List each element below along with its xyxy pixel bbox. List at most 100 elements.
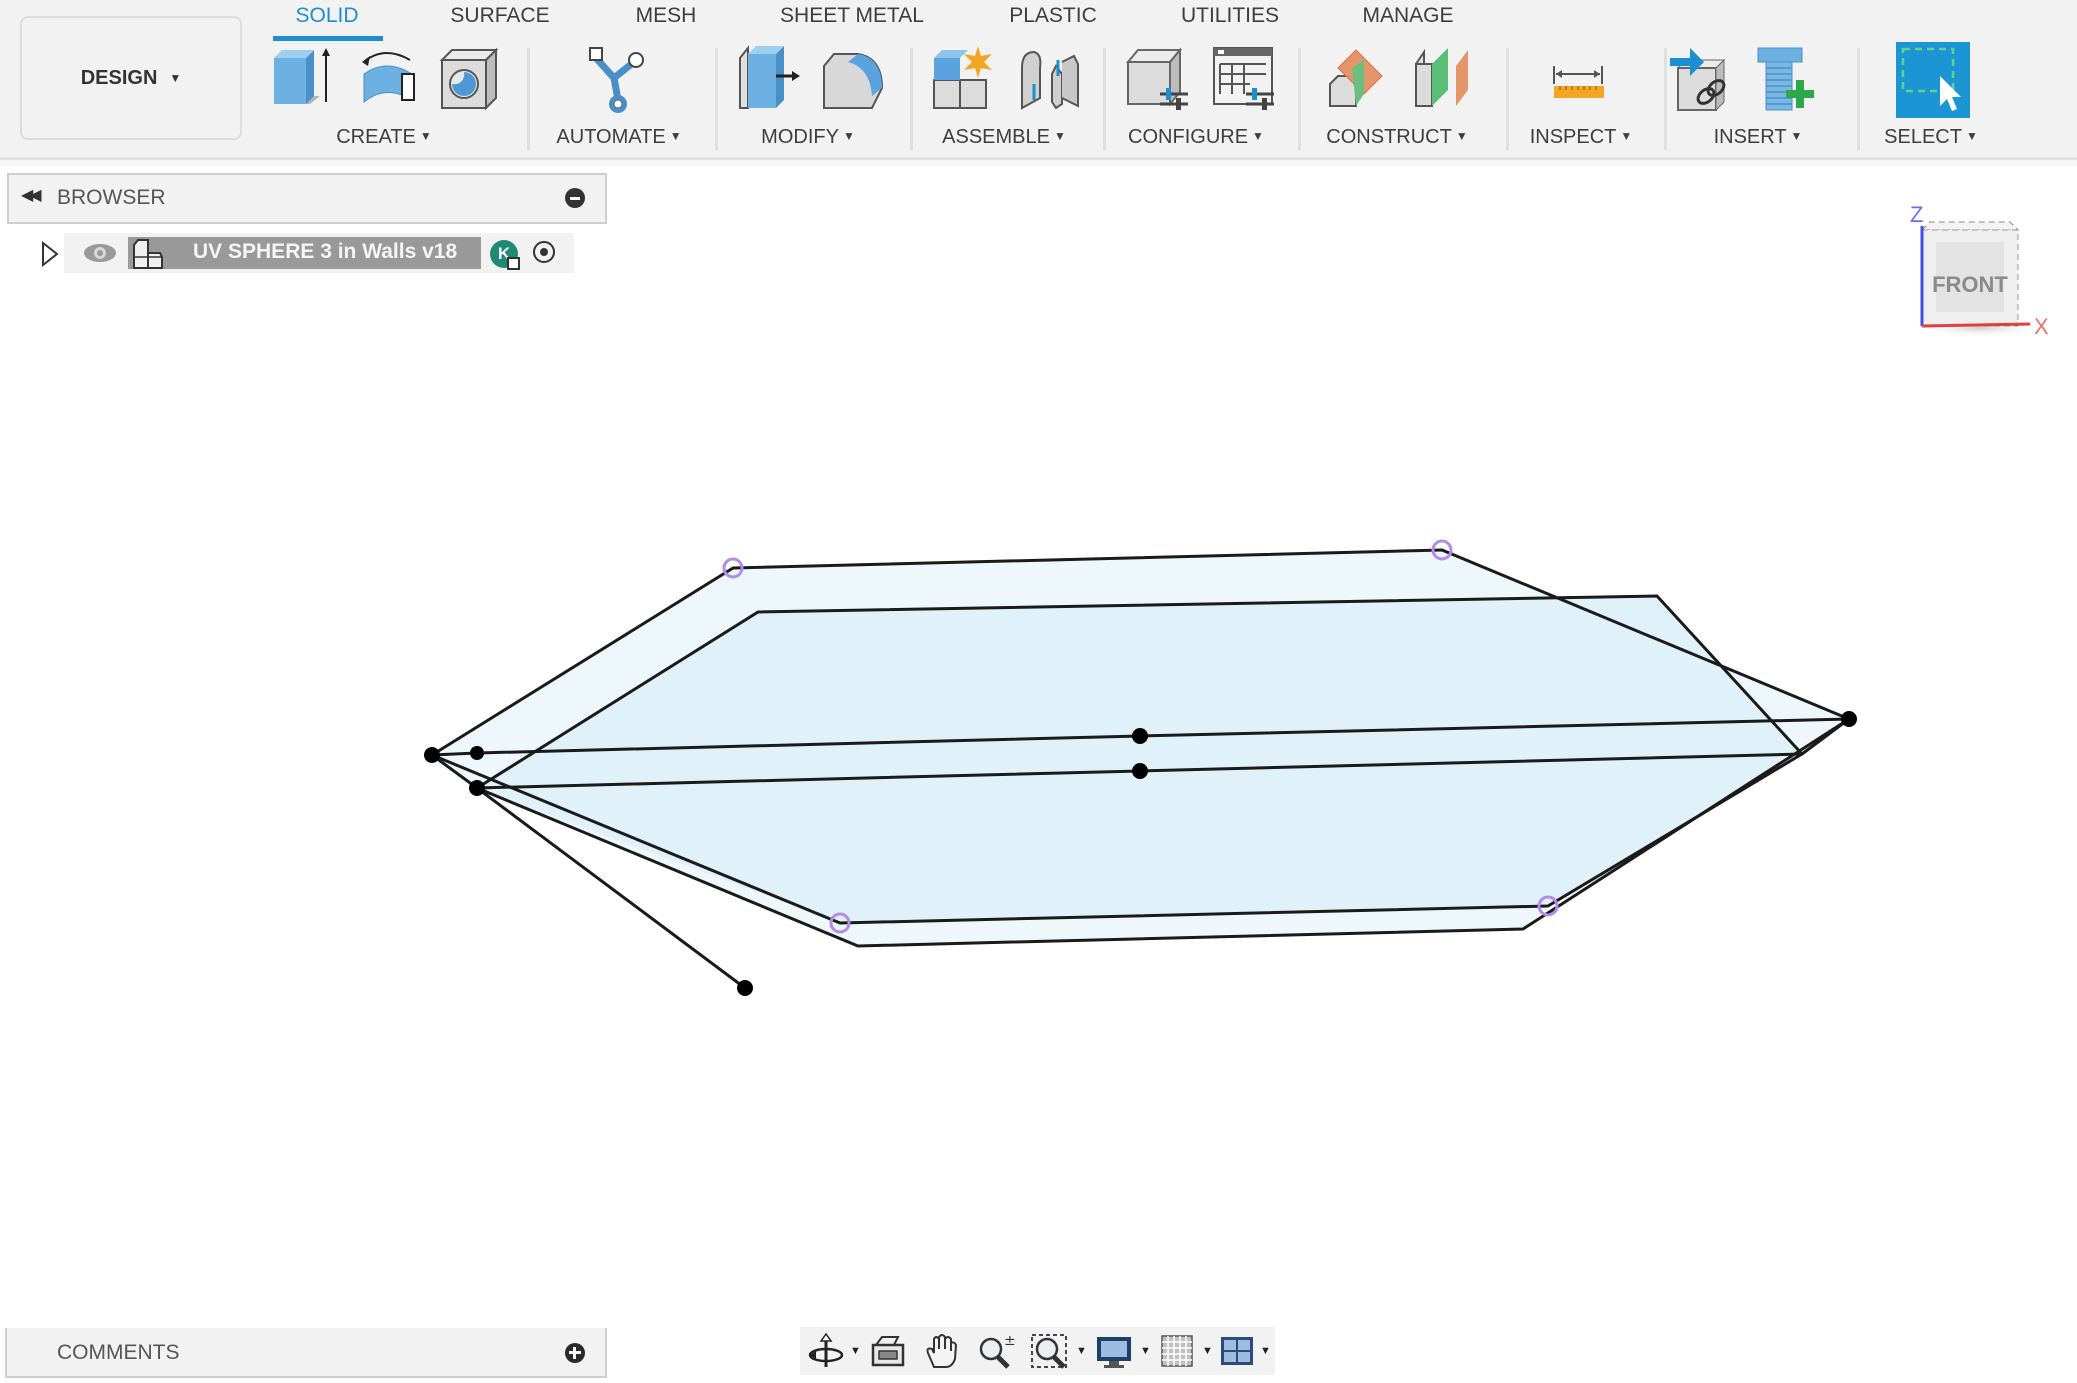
tab-mesh[interactable]: MESH [636, 4, 697, 28]
tab-surface[interactable]: SURFACE [450, 4, 549, 28]
configure-menu[interactable]: CONFIGURE ▼ [1128, 126, 1264, 149]
user-badge: K [490, 240, 520, 270]
assemble-label: ASSEMBLE [942, 126, 1050, 148]
grid-dropdown-icon[interactable]: ▼ [1202, 1345, 1213, 1357]
offset-plane-button[interactable] [1326, 44, 1394, 116]
modify-label: MODIFY [761, 126, 839, 148]
navigation-bar: ▼ ± ▼ ▼ ▼ ▼ [800, 1327, 1275, 1375]
group-separator [715, 48, 718, 150]
chevron-down-icon: ▼ [169, 71, 182, 85]
insert-label: INSERT [1713, 126, 1787, 148]
activate-radio[interactable] [533, 241, 555, 263]
assemble-menu[interactable]: ASSEMBLE ▼ [942, 126, 1066, 149]
tab-plastic[interactable]: PLASTIC [1009, 4, 1097, 28]
chevron-down-icon: ▼ [419, 129, 432, 143]
hole-icon [439, 47, 499, 111]
viewports-dropdown-icon[interactable]: ▼ [1260, 1345, 1271, 1357]
press-pull-icon [739, 45, 800, 109]
measure-button[interactable] [1548, 44, 1616, 116]
viewports-icon[interactable] [1218, 1333, 1258, 1369]
sketch-point[interactable] [470, 746, 484, 760]
construct-label: CONSTRUCT [1326, 126, 1452, 148]
pan-icon[interactable] [922, 1333, 962, 1369]
insert-mcmaster-icon [1757, 47, 1814, 111]
browser-title: BROWSER [57, 186, 166, 209]
automate-menu[interactable]: AUTOMATE ▼ [556, 126, 681, 149]
grid-settings-icon[interactable] [1158, 1333, 1198, 1369]
fillet-icon [823, 53, 884, 109]
inspect-menu[interactable]: INSPECT ▼ [1530, 126, 1633, 149]
tab-utilities[interactable]: UTILITIES [1181, 4, 1279, 28]
orbit-dropdown-icon[interactable]: ▼ [850, 1345, 861, 1357]
create-menu[interactable]: CREATE ▼ [336, 126, 432, 149]
group-separator [1298, 48, 1301, 150]
revolve-button[interactable] [352, 44, 420, 116]
midplane-button[interactable] [1412, 44, 1480, 116]
joint-button[interactable] [1016, 44, 1084, 116]
group-separator [910, 48, 913, 150]
look-at-icon[interactable] [868, 1333, 908, 1369]
measure-icon [1553, 66, 1604, 98]
configure-model-icon [1125, 47, 1188, 110]
insert-derive-icon [1670, 48, 1726, 112]
document-component-icon [133, 239, 163, 269]
collapse-panel-icon[interactable]: ◀◀ [21, 185, 42, 205]
fillet-button[interactable] [820, 44, 888, 116]
user-badge-initial: K [497, 244, 511, 263]
sketch-point[interactable] [1132, 728, 1148, 744]
viewcube-top-face[interactable] [1920, 221, 2020, 231]
configuration-table-button[interactable] [1210, 44, 1278, 116]
extrude-button[interactable] [270, 44, 338, 116]
chevron-down-icon: ▼ [1790, 129, 1803, 143]
window-select-button[interactable] [1896, 42, 1970, 118]
group-separator [1664, 48, 1667, 150]
fit-window-icon[interactable] [1030, 1333, 1070, 1369]
modify-menu[interactable]: MODIFY ▼ [761, 126, 855, 149]
viewcube-front-label: FRONT [1932, 272, 2008, 297]
new-component-button[interactable] [930, 44, 998, 116]
zoom-dropdown-icon[interactable]: ▼ [1076, 1345, 1087, 1357]
select-menu[interactable]: SELECT ▼ [1884, 126, 1978, 149]
workspace-switcher-button[interactable]: DESIGN ▼ [20, 16, 242, 140]
display-dropdown-icon[interactable]: ▼ [1140, 1345, 1151, 1357]
chevron-down-icon: ▼ [669, 129, 682, 143]
minimize-icon[interactable] [565, 188, 585, 208]
tab-manage[interactable]: MANAGE [1362, 4, 1453, 28]
insert-menu[interactable]: INSERT ▼ [1714, 126, 1803, 149]
group-separator [1103, 48, 1106, 150]
viewcube[interactable]: FRONT Z X [1900, 200, 2060, 340]
tab-solid[interactable]: SOLID [295, 4, 358, 28]
add-comment-icon[interactable] [565, 1343, 585, 1363]
sketch-point[interactable] [1132, 763, 1148, 779]
sketch-point[interactable] [424, 747, 440, 763]
construct-menu[interactable]: CONSTRUCT ▼ [1326, 126, 1467, 149]
configure-label: CONFIGURE [1128, 126, 1249, 148]
joint-icon [1021, 50, 1079, 110]
document-name: UV SPHERE 3 in Walls v18 [193, 240, 458, 263]
3d-viewport[interactable] [0, 166, 2077, 1326]
comments-title: COMMENTS [57, 1341, 180, 1364]
press-pull-button[interactable] [736, 44, 804, 116]
sketch-point[interactable] [1841, 711, 1857, 727]
visibility-eye-icon[interactable] [82, 241, 118, 265]
tab-sheet-metal[interactable]: SHEET METAL [780, 4, 924, 28]
inspect-label: INSPECT [1529, 126, 1617, 148]
expand-arrow-icon[interactable] [40, 240, 60, 268]
comments-panel: COMMENTS [5, 1328, 607, 1378]
insert-mcmaster-button[interactable] [1752, 44, 1820, 116]
offset-plane-icon [1329, 49, 1383, 107]
window-select-icon [1896, 42, 1970, 118]
chevron-down-icon: ▼ [1252, 129, 1264, 143]
sketch-point[interactable] [469, 780, 485, 796]
x-axis-line [1921, 322, 2031, 328]
configure-model-button[interactable] [1124, 44, 1192, 116]
new-component-icon [933, 46, 992, 109]
hole-button[interactable] [438, 44, 506, 116]
orbit-icon[interactable] [806, 1333, 846, 1369]
insert-derive-button[interactable] [1668, 44, 1736, 116]
zoom-icon[interactable]: ± [976, 1333, 1016, 1369]
active-tab-indicator [273, 36, 383, 41]
display-settings-icon[interactable] [1094, 1333, 1134, 1369]
automate-button[interactable] [584, 44, 652, 116]
sketch-point[interactable] [737, 980, 753, 996]
